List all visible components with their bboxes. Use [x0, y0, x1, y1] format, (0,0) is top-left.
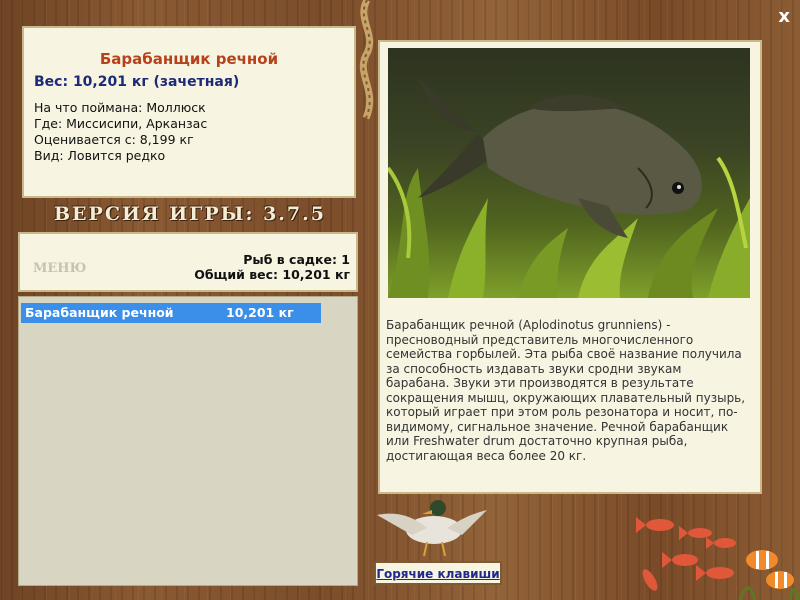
- duck-icon: [377, 500, 487, 557]
- close-button[interactable]: x: [778, 6, 790, 27]
- list-item-weight: 10,201 кг: [226, 305, 294, 320]
- total-weight: Общий вес: 10,201 кг: [194, 267, 350, 282]
- fish-count: Рыб в садке: 1: [243, 252, 350, 267]
- cage-summary-panel: МЕНЮ Рыб в садке: 1 Общий вес: 10,201 кг: [18, 232, 358, 292]
- cage-stats: Рыб в садке: 1 Общий вес: 10,201 кг: [194, 252, 350, 282]
- location: Где: Миссисипи, Арканзас: [34, 116, 208, 131]
- rated-from: Оценивается с: 8,199 кг: [34, 132, 194, 147]
- drum-fish-icon: [418, 78, 702, 238]
- hotkeys-label[interactable]: Горячие клавиши: [376, 567, 499, 581]
- list-item-name: Барабанщик речной: [25, 305, 174, 320]
- fish-description: Барабанщик речной (Aplodinotus grunniens…: [386, 318, 746, 463]
- fish-details-panel: Барабанщик речной (Aplodinotus grunniens…: [378, 40, 762, 494]
- fish-info-panel: Барабанщик речной Вес: 10,201 кг (зачетн…: [22, 26, 356, 198]
- rarity: Вид: Ловится редко: [34, 148, 166, 163]
- fish-photo: [388, 48, 750, 298]
- game-version: ВЕРСИЯ ИГРЫ: 3.7.5: [54, 203, 326, 225]
- goldfish-icon: [636, 517, 800, 600]
- catch-list: Барабанщик речной 10,201 кг: [18, 296, 358, 586]
- caught-on: На что поймана: Моллюск: [34, 100, 206, 115]
- hotkeys-button[interactable]: Горячие клавиши: [374, 561, 502, 585]
- fish-weight: Вес: 10,201 кг (зачетная): [34, 74, 240, 90]
- menu-button[interactable]: МЕНЮ: [33, 261, 86, 276]
- list-item[interactable]: Барабанщик речной 10,201 кг: [21, 303, 321, 323]
- fish-name: Барабанщик речной: [99, 50, 279, 68]
